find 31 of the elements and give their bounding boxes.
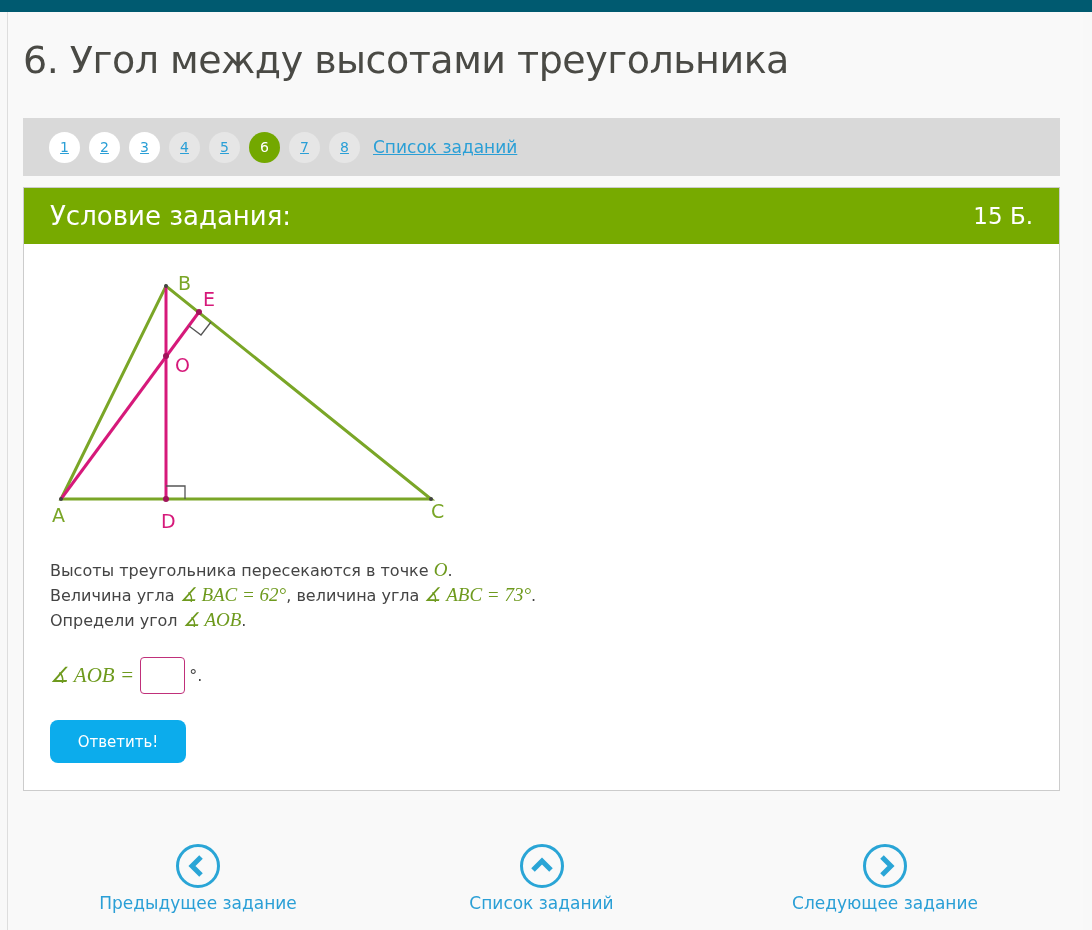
- chevron-left-icon: [175, 843, 221, 889]
- chevron-up-icon: [518, 843, 565, 889]
- page-link[interactable]: 4: [169, 131, 200, 163]
- nav-link[interactable]: Предыдущее задание: [83, 843, 313, 913]
- card-heading: Условие задания:: [50, 201, 292, 231]
- answer-formula: ∡ AOB =: [50, 663, 135, 688]
- nav-link[interactable]: Список заданий: [426, 843, 657, 913]
- points-label: 15 Б.: [973, 203, 1033, 229]
- page-link[interactable]: 2: [89, 131, 120, 163]
- statement-text: Величина угла ∡ BAC = 62°, величина угла ∡ ABC = 73°.: [50, 583, 538, 607]
- chevron-right-icon: [862, 843, 908, 889]
- point-label: D: [161, 510, 176, 532]
- point-label: C: [431, 500, 445, 522]
- submit-button[interactable]: Ответить!: [50, 720, 186, 763]
- page-link[interactable]: 8: [329, 131, 360, 163]
- statement-text: Определи угол ∡ AOB.: [50, 608, 248, 632]
- statement-text: Высоты треугольника пересекаются в точке O.: [50, 558, 454, 582]
- degree-unit: °.: [189, 666, 203, 685]
- page-link[interactable]: 3: [129, 131, 160, 163]
- page-link[interactable]: 5: [209, 131, 240, 163]
- nav-link[interactable]: Следующее задание: [770, 843, 1000, 913]
- point-label: E: [203, 288, 215, 310]
- page-link[interactable]: 1: [49, 131, 80, 163]
- page-title: 6. Угол между высотами треугольника: [23, 37, 790, 84]
- point-label: O: [175, 354, 190, 376]
- page-link[interactable]: 7: [289, 131, 320, 163]
- task-list-link[interactable]: Список заданий: [373, 137, 518, 157]
- answer-field[interactable]: [140, 657, 186, 694]
- point-label: A: [52, 504, 65, 526]
- page-link[interactable]: 6: [249, 131, 280, 163]
- point-label: B: [178, 272, 192, 294]
